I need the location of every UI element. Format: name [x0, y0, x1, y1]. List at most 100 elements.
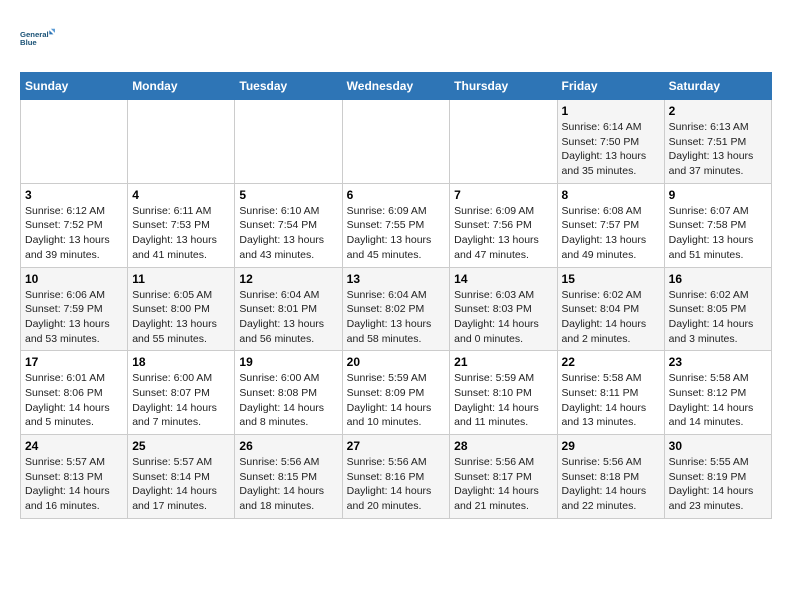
day-detail: Sunrise: 5:56 AMSunset: 8:15 PMDaylight:…: [239, 455, 337, 514]
calendar-cell: 24 Sunrise: 5:57 AMSunset: 8:13 PMDayligh…: [21, 435, 128, 519]
calendar-cell: 21Sunrise: 5:59 AMSunset: 8:10 PMDayligh…: [450, 351, 557, 435]
day-detail: Sunrise: 6:09 AMSunset: 7:56 PMDaylight:…: [454, 204, 552, 263]
calendar-cell: 11 Sunrise: 6:05 AMSunset: 8:00 PMDayligh…: [128, 267, 235, 351]
day-number: 23: [669, 355, 767, 369]
calendar-cell: 20Sunrise: 5:59 AMSunset: 8:09 PMDayligh…: [342, 351, 450, 435]
logo-icon: GeneralBlue: [20, 20, 56, 56]
day-detail: Sunrise: 5:59 AMSunset: 8:10 PMDaylight:…: [454, 371, 552, 430]
day-detail: Sunrise: 6:07 AMSunset: 7:58 PMDaylight:…: [669, 204, 767, 263]
weekday-header-monday: Monday: [128, 73, 235, 100]
day-detail: Sunrise: 6:03 AMSunset: 8:03 PMDaylight:…: [454, 288, 552, 347]
calendar-cell: [450, 100, 557, 184]
calendar-cell: 2 Sunrise: 6:13 AMSunset: 7:51 PMDaylight…: [664, 100, 771, 184]
calendar-week-row: 3 Sunrise: 6:12 AMSunset: 7:52 PMDaylight…: [21, 183, 772, 267]
day-number: 15: [562, 272, 660, 286]
day-number: 20: [347, 355, 446, 369]
calendar-cell: 3 Sunrise: 6:12 AMSunset: 7:52 PMDaylight…: [21, 183, 128, 267]
calendar-cell: 25 Sunrise: 5:57 AMSunset: 8:14 PMDayligh…: [128, 435, 235, 519]
calendar-cell: 22 Sunrise: 5:58 AMSunset: 8:11 PMDayligh…: [557, 351, 664, 435]
weekday-header-wednesday: Wednesday: [342, 73, 450, 100]
day-number: 7: [454, 188, 552, 202]
calendar-cell: 10Sunrise: 6:06 AMSunset: 7:59 PMDayligh…: [21, 267, 128, 351]
svg-text:General: General: [20, 30, 49, 39]
calendar-cell: 14 Sunrise: 6:03 AMSunset: 8:03 PMDayligh…: [450, 267, 557, 351]
day-number: 3: [25, 188, 123, 202]
calendar-body: 1 Sunrise: 6:14 AMSunset: 7:50 PMDaylight…: [21, 100, 772, 519]
calendar-week-row: 17Sunrise: 6:01 AMSunset: 8:06 PMDayligh…: [21, 351, 772, 435]
day-detail: Sunrise: 6:13 AMSunset: 7:51 PMDaylight:…: [669, 120, 767, 179]
day-detail: Sunrise: 6:02 AMSunset: 8:05 PMDaylight:…: [669, 288, 767, 347]
day-detail: Sunrise: 6:05 AMSunset: 8:00 PMDaylight:…: [132, 288, 230, 347]
calendar-cell: [342, 100, 450, 184]
day-number: 30: [669, 439, 767, 453]
day-detail: Sunrise: 5:57 AMSunset: 8:13 PMDaylight:…: [25, 455, 123, 514]
calendar-cell: [235, 100, 342, 184]
weekday-header-sunday: Sunday: [21, 73, 128, 100]
weekday-header-thursday: Thursday: [450, 73, 557, 100]
calendar-cell: 5 Sunrise: 6:10 AMSunset: 7:54 PMDaylight…: [235, 183, 342, 267]
day-detail: Sunrise: 6:06 AMSunset: 7:59 PMDaylight:…: [25, 288, 123, 347]
calendar-cell: 28Sunrise: 5:56 AMSunset: 8:17 PMDayligh…: [450, 435, 557, 519]
calendar-cell: 1 Sunrise: 6:14 AMSunset: 7:50 PMDaylight…: [557, 100, 664, 184]
day-detail: Sunrise: 6:04 AMSunset: 8:02 PMDaylight:…: [347, 288, 446, 347]
day-detail: Sunrise: 6:12 AMSunset: 7:52 PMDaylight:…: [25, 204, 123, 263]
day-detail: Sunrise: 6:00 AMSunset: 8:07 PMDaylight:…: [132, 371, 230, 430]
day-number: 12: [239, 272, 337, 286]
weekday-header-row: SundayMondayTuesdayWednesdayThursdayFrid…: [21, 73, 772, 100]
logo: GeneralBlue: [20, 20, 56, 56]
day-number: 1: [562, 104, 660, 118]
day-detail: Sunrise: 6:10 AMSunset: 7:54 PMDaylight:…: [239, 204, 337, 263]
calendar-cell: 4 Sunrise: 6:11 AMSunset: 7:53 PMDaylight…: [128, 183, 235, 267]
weekday-header-friday: Friday: [557, 73, 664, 100]
day-detail: Sunrise: 6:02 AMSunset: 8:04 PMDaylight:…: [562, 288, 660, 347]
calendar-table: SundayMondayTuesdayWednesdayThursdayFrid…: [20, 72, 772, 519]
day-detail: Sunrise: 6:04 AMSunset: 8:01 PMDaylight:…: [239, 288, 337, 347]
day-detail: Sunrise: 6:00 AMSunset: 8:08 PMDaylight:…: [239, 371, 337, 430]
day-number: 5: [239, 188, 337, 202]
day-detail: Sunrise: 6:01 AMSunset: 8:06 PMDaylight:…: [25, 371, 123, 430]
calendar-cell: 12 Sunrise: 6:04 AMSunset: 8:01 PMDayligh…: [235, 267, 342, 351]
day-number: 4: [132, 188, 230, 202]
weekday-header-tuesday: Tuesday: [235, 73, 342, 100]
day-number: 24: [25, 439, 123, 453]
day-detail: Sunrise: 5:58 AMSunset: 8:11 PMDaylight:…: [562, 371, 660, 430]
calendar-cell: 17Sunrise: 6:01 AMSunset: 8:06 PMDayligh…: [21, 351, 128, 435]
day-number: 29: [562, 439, 660, 453]
svg-text:Blue: Blue: [20, 38, 37, 47]
day-number: 26: [239, 439, 337, 453]
calendar-cell: 27Sunrise: 5:56 AMSunset: 8:16 PMDayligh…: [342, 435, 450, 519]
calendar-cell: 19 Sunrise: 6:00 AMSunset: 8:08 PMDayligh…: [235, 351, 342, 435]
calendar-cell: 7 Sunrise: 6:09 AMSunset: 7:56 PMDaylight…: [450, 183, 557, 267]
day-detail: Sunrise: 6:11 AMSunset: 7:53 PMDaylight:…: [132, 204, 230, 263]
day-number: 11: [132, 272, 230, 286]
calendar-cell: 30 Sunrise: 5:55 AMSunset: 8:19 PMDayligh…: [664, 435, 771, 519]
day-detail: Sunrise: 6:14 AMSunset: 7:50 PMDaylight:…: [562, 120, 660, 179]
day-number: 22: [562, 355, 660, 369]
day-number: 9: [669, 188, 767, 202]
day-number: 19: [239, 355, 337, 369]
calendar-week-row: 1 Sunrise: 6:14 AMSunset: 7:50 PMDaylight…: [21, 100, 772, 184]
page-header: GeneralBlue: [20, 20, 772, 56]
day-number: 14: [454, 272, 552, 286]
day-detail: Sunrise: 5:56 AMSunset: 8:17 PMDaylight:…: [454, 455, 552, 514]
day-detail: Sunrise: 5:55 AMSunset: 8:19 PMDaylight:…: [669, 455, 767, 514]
day-number: 18: [132, 355, 230, 369]
day-number: 2: [669, 104, 767, 118]
day-detail: Sunrise: 5:58 AMSunset: 8:12 PMDaylight:…: [669, 371, 767, 430]
day-detail: Sunrise: 6:08 AMSunset: 7:57 PMDaylight:…: [562, 204, 660, 263]
calendar-cell: 18 Sunrise: 6:00 AMSunset: 8:07 PMDayligh…: [128, 351, 235, 435]
day-number: 27: [347, 439, 446, 453]
day-number: 13: [347, 272, 446, 286]
calendar-cell: 29Sunrise: 5:56 AMSunset: 8:18 PMDayligh…: [557, 435, 664, 519]
day-number: 25: [132, 439, 230, 453]
calendar-cell: 15 Sunrise: 6:02 AMSunset: 8:04 PMDayligh…: [557, 267, 664, 351]
day-detail: Sunrise: 5:57 AMSunset: 8:14 PMDaylight:…: [132, 455, 230, 514]
calendar-week-row: 24 Sunrise: 5:57 AMSunset: 8:13 PMDayligh…: [21, 435, 772, 519]
calendar-header: SundayMondayTuesdayWednesdayThursdayFrid…: [21, 73, 772, 100]
calendar-cell: 26 Sunrise: 5:56 AMSunset: 8:15 PMDayligh…: [235, 435, 342, 519]
calendar-week-row: 10Sunrise: 6:06 AMSunset: 7:59 PMDayligh…: [21, 267, 772, 351]
calendar-cell: 16Sunrise: 6:02 AMSunset: 8:05 PMDayligh…: [664, 267, 771, 351]
calendar-cell: 23 Sunrise: 5:58 AMSunset: 8:12 PMDayligh…: [664, 351, 771, 435]
calendar-cell: 6Sunrise: 6:09 AMSunset: 7:55 PMDaylight…: [342, 183, 450, 267]
weekday-header-saturday: Saturday: [664, 73, 771, 100]
